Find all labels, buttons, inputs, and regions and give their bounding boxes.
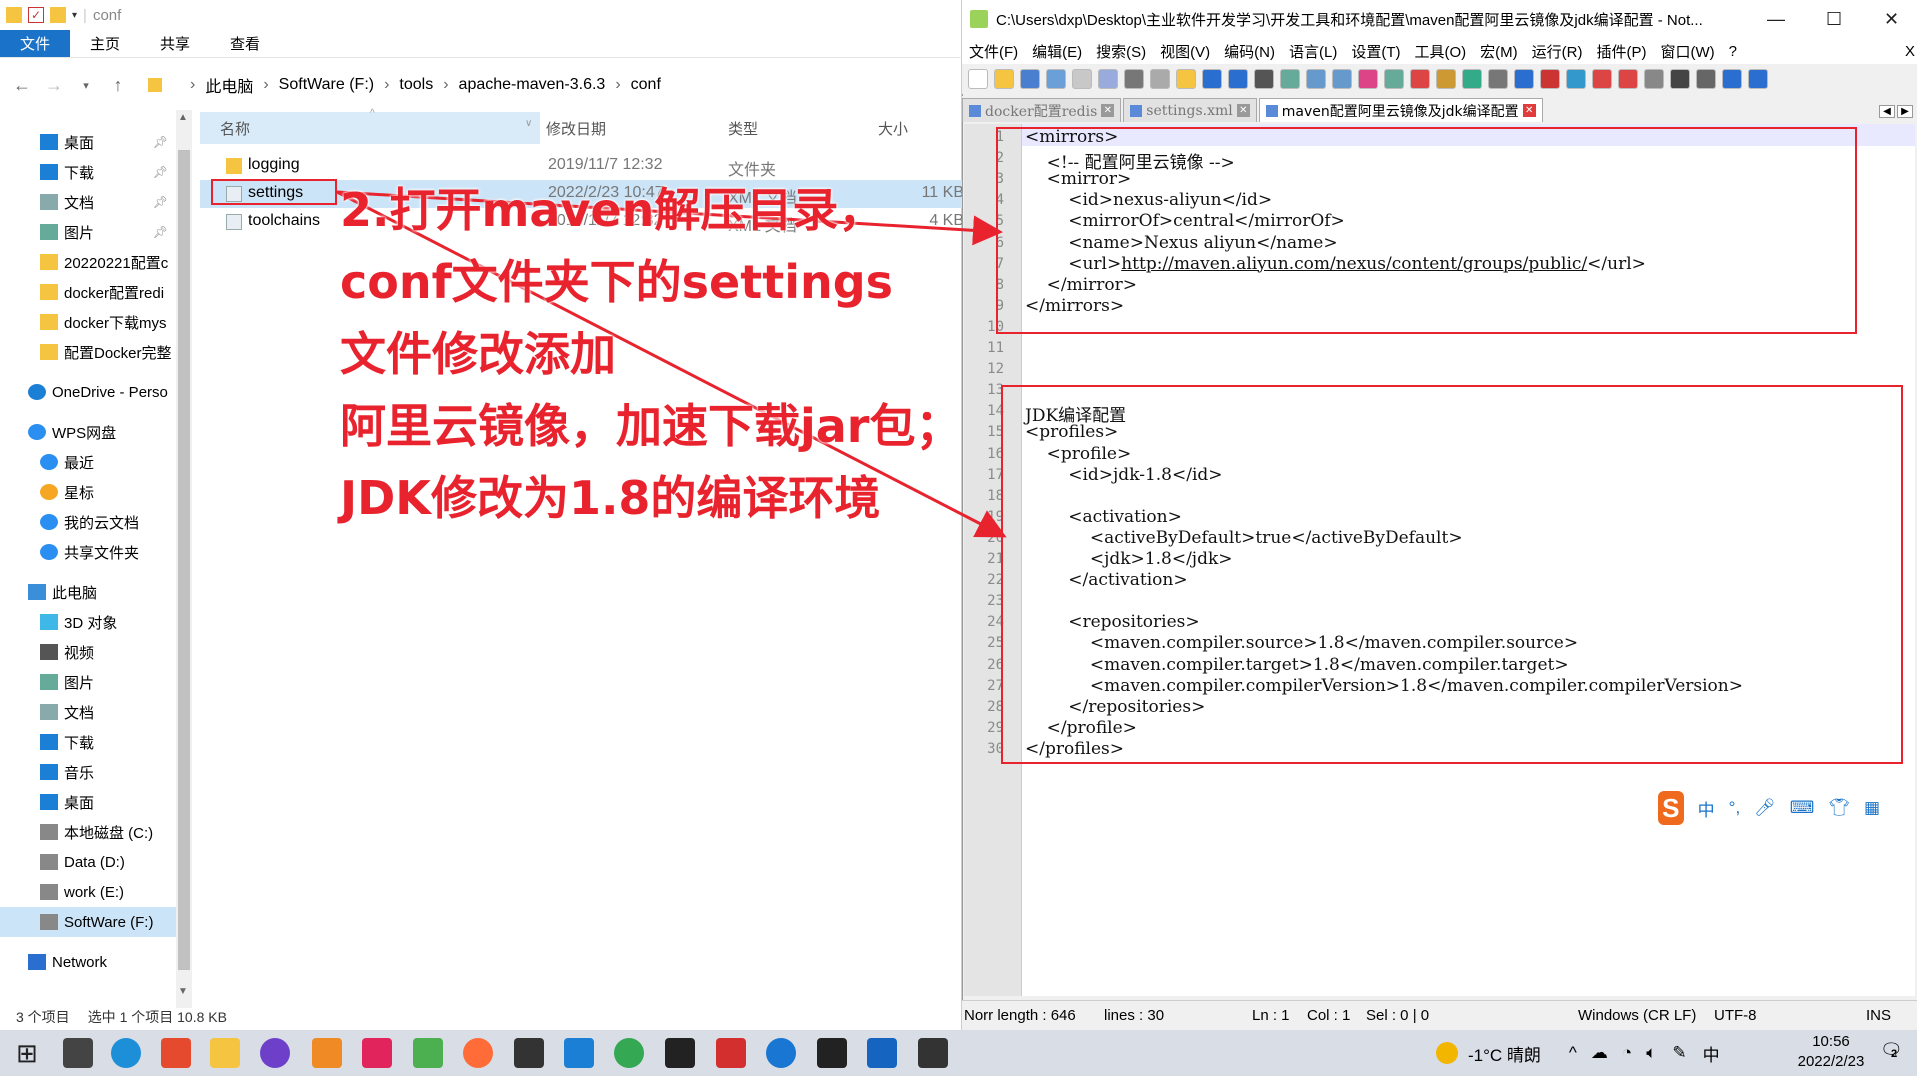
remote-icon[interactable] [514, 1038, 544, 1068]
qq-icon[interactable] [817, 1038, 847, 1068]
clock[interactable]: 10:56 2022/2/23 [1786, 1032, 1876, 1072]
wifi-icon[interactable]: ◔ [1622, 1043, 1632, 1063]
file-explorer-icon[interactable] [210, 1038, 240, 1068]
github-icon[interactable] [260, 1038, 290, 1068]
annotation-line: 文件修改添加 [340, 327, 616, 381]
kugou-icon[interactable] [766, 1038, 796, 1068]
notepadpp-icon[interactable] [413, 1038, 443, 1068]
clock-time: 10:56 [1812, 1033, 1850, 1050]
app-store-icon[interactable] [161, 1038, 191, 1068]
volume-icon[interactable]: 🔈︎ [1646, 1043, 1656, 1063]
clock-date: 2022/2/23 [1797, 1053, 1865, 1070]
notification-icon[interactable]: 🗨︎ 2 [1880, 1040, 1903, 1061]
notification-count: 2 [1891, 1048, 1898, 1060]
taskbar: ⊞ -1°C 晴朗 ^ ☁ ◔ 🔈︎ ✎ 中 10:56 2022/2/23 🗨… [0, 1030, 1917, 1076]
terminal-icon[interactable] [918, 1038, 948, 1068]
tray-ime[interactable]: 中 [1703, 1041, 1720, 1066]
annotation-line: 2.打开maven解压目录， [340, 183, 885, 237]
start-icon[interactable]: ⊞ [16, 1038, 46, 1068]
typora-icon[interactable] [665, 1038, 695, 1068]
wps-icon[interactable] [716, 1038, 746, 1068]
system-tray: -1°C 晴朗 ^ ☁ ◔ 🔈︎ ✎ 中 [1436, 1030, 1720, 1076]
postman-icon[interactable] [463, 1038, 493, 1068]
pen-icon[interactable]: ✎ [1672, 1043, 1686, 1063]
annotation-line: JDK修改为1.8的编译环境 [340, 471, 881, 525]
tray-expand-icon[interactable]: ^ [1569, 1043, 1577, 1063]
annotation-text: 2.打开maven解压目录， conf文件夹下的settings 文件修改添加 … [340, 174, 962, 534]
intellij-icon[interactable] [362, 1038, 392, 1068]
weather-sun-icon[interactable] [1436, 1042, 1458, 1064]
task-view-icon[interactable] [63, 1038, 93, 1068]
edge-icon[interactable] [111, 1038, 141, 1068]
virtualbox-icon[interactable] [867, 1038, 897, 1068]
webstorm-icon[interactable] [564, 1038, 594, 1068]
chrome-icon[interactable] [614, 1038, 644, 1068]
weather-text[interactable]: -1°C 晴朗 [1468, 1041, 1541, 1066]
photo-icon[interactable] [312, 1038, 342, 1068]
annotation-line: conf文件夹下的settings [340, 255, 894, 309]
annotation-line: 阿里云镜像，加速下载jar包； [340, 399, 962, 453]
onedrive-tray-icon[interactable]: ☁ [1591, 1043, 1608, 1063]
